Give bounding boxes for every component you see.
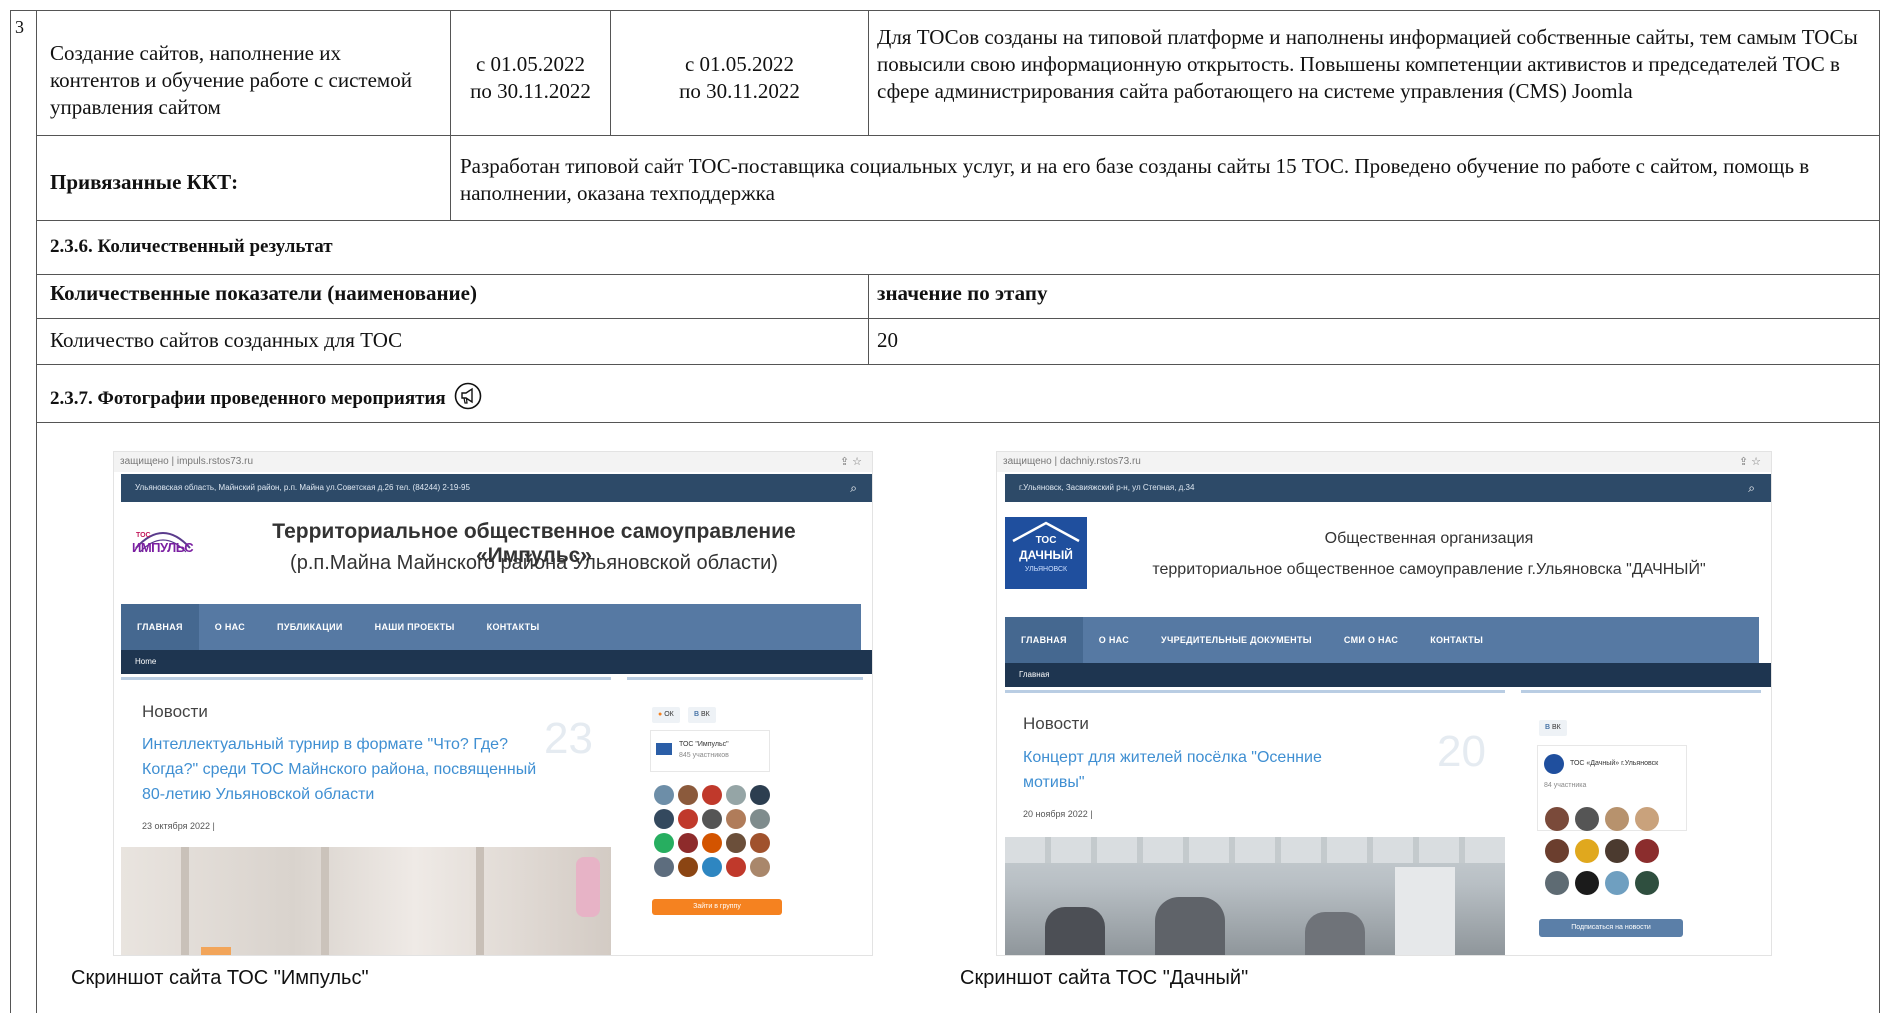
site-subtitle-2: территориальное общественное самоуправле…: [1152, 561, 1706, 578]
nav-contacts[interactable]: КОНТАКТЫ: [471, 604, 556, 650]
site-logo-2: ТОС ДАЧНЫЙ УЛЬЯНОВСК: [1005, 517, 1087, 589]
nav-about[interactable]: О НАС: [199, 604, 261, 650]
row-divider-2: [36, 220, 1880, 221]
table-border-top: [10, 10, 1880, 11]
fact-from: с 01.05.2022: [684, 52, 795, 76]
news-heading: Новости: [142, 702, 208, 721]
news-date-2: 20 ноября 2022 |: [1023, 809, 1093, 819]
breadcrumb: Home: [121, 650, 872, 674]
row-number: 3: [15, 17, 24, 37]
news-date: 23 октября 2022 |: [142, 821, 215, 831]
row-divider-6: [36, 422, 1880, 423]
table-border-quant-mid: [868, 274, 869, 364]
nav-contacts-2[interactable]: КОНТАКТЫ: [1414, 617, 1499, 663]
site-title-2: Общественная организация: [1324, 530, 1534, 547]
vk-chip-label-2: ВК: [1552, 724, 1561, 731]
nav-home-2[interactable]: ГЛАВНАЯ: [1005, 617, 1083, 663]
caption-impuls: Скриншот сайта ТОС "Импульс": [71, 967, 369, 989]
caption-dachniy: Скриншот сайта ТОС "Дачный": [960, 967, 1249, 989]
site-address: Ульяновская область, Майнский район, р.п…: [135, 483, 470, 492]
vk-chip[interactable]: В ВК: [688, 707, 716, 723]
row-divider-4: [36, 318, 1880, 319]
nav-projects[interactable]: НАШИ ПРОЕКТЫ: [359, 604, 471, 650]
quant-heading: 2.3.6. Количественный результат: [50, 236, 333, 257]
logo-bottom-text: УЛЬЯНОВСК: [1024, 566, 1068, 573]
group-name-2: ТОС «Дачный» г.Ульяновск: [1570, 760, 1659, 767]
logo-top-text: ТОС: [1035, 535, 1057, 546]
share-star-icons: ⇪ ☆: [839, 456, 862, 468]
news-title-link[interactable]: Интеллектуальный турнир в формате "Что? …: [142, 732, 562, 807]
ok-chip-label: ОК: [664, 711, 674, 718]
logo-small-text: ТОС: [136, 532, 151, 539]
nav-home[interactable]: ГЛАВНАЯ: [121, 604, 199, 650]
vk-chip-2[interactable]: В ВК: [1539, 720, 1567, 736]
nav-media[interactable]: СМИ О НАС: [1328, 617, 1414, 663]
subscribe-label: Подписаться на новости: [1571, 924, 1651, 931]
group-members-2: 84 участника: [1544, 782, 1587, 789]
subscribe-button[interactable]: Подписаться на новости: [1539, 919, 1683, 937]
table-border-left: [10, 10, 11, 1013]
row-divider-5: [36, 364, 1880, 365]
quant-col-value: значение по этапу: [877, 281, 1048, 305]
join-group-button[interactable]: Зайти в группу: [652, 899, 782, 915]
browser-url-2: защищено | dachniy.rstos73.ru: [1003, 456, 1141, 467]
join-group-label: Зайти в группу: [693, 903, 741, 910]
browser-url-bar: защищено | impuls.rstos73.ru ⇪ ☆: [114, 452, 872, 472]
member-avatars-2: [1545, 807, 1675, 907]
search-icon: ⌕: [1748, 481, 1755, 495]
plan-from: с 01.05.2022: [475, 52, 586, 76]
plan-dates-cell: с 01.05.2022 по 30.11.2022: [451, 51, 610, 105]
photos-heading: 2.3.7. Фотографии проведенного мероприят…: [50, 382, 482, 418]
quant-row-value: 20: [877, 328, 898, 352]
fact-dates-cell: с 01.05.2022 по 30.11.2022: [611, 51, 868, 105]
result-description-cell: Для ТОСов созданы на типовой платформе и…: [877, 25, 1858, 103]
nav-publications[interactable]: ПУБЛИКАЦИИ: [261, 604, 359, 650]
megaphone-icon: [454, 382, 482, 418]
event-name-cell: Создание сайтов, наполнение их контентов…: [50, 41, 412, 119]
news-photo-2: [1005, 837, 1505, 955]
row-divider-3: [36, 274, 1880, 275]
news-day-number-2: 20: [1437, 727, 1486, 776]
search-icon: ⌕: [850, 481, 857, 495]
browser-url-bar-2: защищено | dachniy.rstos73.ru ⇪ ☆: [997, 452, 1771, 472]
group-members: 845 участников: [679, 752, 729, 759]
ok-chip[interactable]: ● ОК: [652, 707, 680, 723]
linked-text: Разработан типовой сайт ТОС-поставщика с…: [460, 154, 1810, 205]
site-subtitle: (р.п.Майна Майнского района Ульяновской …: [290, 552, 778, 574]
news-title-link-2[interactable]: Концерт для жителей посёлка "Осенние мот…: [1023, 745, 1373, 795]
share-star-icons-2: ⇪ ☆: [1738, 456, 1761, 468]
logo-mid-text: ДАЧНЫЙ: [1019, 548, 1073, 562]
breadcrumb-2: Главная: [1005, 663, 1771, 687]
site-top-strip: Ульяновская область, Майнский район, р.п…: [121, 474, 872, 502]
quant-col-name: Количественные показатели (наименование): [50, 281, 477, 305]
table-border-col2: [450, 10, 451, 220]
group-name: ТОС "Импульс": [679, 741, 729, 748]
table-border-col1: [36, 10, 37, 1013]
logo-big-text: ИМПУЛЬС: [132, 540, 194, 555]
news-heading-2: Новости: [1023, 714, 1089, 733]
quant-row-name: Количество сайтов созданных для ТОС: [50, 328, 403, 352]
photos-heading-text: 2.3.7. Фотографии проведенного мероприят…: [50, 388, 446, 409]
vk-chip-label: ВК: [701, 711, 710, 718]
screenshot-dachniy: защищено | dachniy.rstos73.ru ⇪ ☆ г.Улья…: [996, 451, 1772, 956]
group-logo-icon: [656, 743, 672, 755]
site-nav-2: ГЛАВНАЯ О НАС УЧРЕДИТЕЛЬНЫЕ ДОКУМЕНТЫ СМИ О…: [1005, 617, 1759, 663]
site-nav: ГЛАВНАЯ О НАС ПУБЛИКАЦИИ НАШИ ПРОЕКТЫ КОНТАК…: [121, 604, 861, 650]
row-divider-1: [36, 135, 1880, 136]
site-address-2: г.Ульяновск, Засвияжский р-н, ул Степная…: [1019, 483, 1195, 492]
plan-to: по 30.11.2022: [470, 79, 591, 103]
nav-about-2[interactable]: О НАС: [1083, 617, 1145, 663]
browser-url: защищено | impuls.rstos73.ru: [120, 456, 254, 467]
ok-group-widget: ТОС "Импульс" 845 участников: [650, 730, 770, 772]
site-top-strip-2: г.Ульяновск, Засвияжский р-н, ул Степная…: [1005, 474, 1771, 502]
table-border-col4: [868, 10, 869, 135]
fact-to: по 30.11.2022: [679, 79, 800, 103]
news-photo: [121, 847, 611, 955]
site-logo: ТОС ИМПУЛЬС: [126, 518, 200, 570]
member-avatars: [654, 785, 774, 885]
linked-label: Привязанные ККТ:: [50, 170, 239, 194]
group-logo-icon-2: [1544, 754, 1564, 774]
screenshot-impuls: защищено | impuls.rstos73.ru ⇪ ☆ Ульянов…: [113, 451, 873, 956]
nav-documents[interactable]: УЧРЕДИТЕЛЬНЫЕ ДОКУМЕНТЫ: [1145, 617, 1328, 663]
